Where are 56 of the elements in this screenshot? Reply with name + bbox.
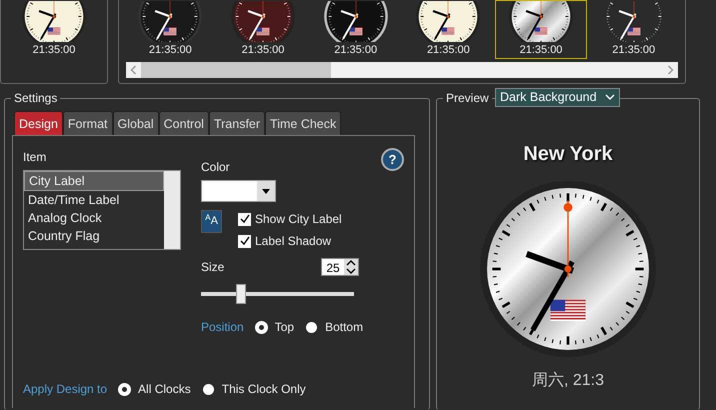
time-label: 21:35:00 [32,42,76,58]
caret-icon [262,188,270,194]
checkbox[interactable] [238,212,251,226]
list-item[interactable]: Country Flag [24,227,164,245]
time-label: 21:35:00 [334,42,378,58]
check-icon [238,213,250,224]
color-dropdown[interactable] [201,180,276,202]
radio-label: Top [274,319,294,336]
item-list[interactable]: City Label Date/Time Label Analog Clock Country Flag [23,170,181,250]
scroll-thumb[interactable] [141,62,331,78]
clock-thumbnail[interactable]: 21:35:00 [124,0,217,59]
checkbox[interactable] [238,234,251,248]
font-button[interactable]: $^{A}$A [201,210,222,233]
clock-thumbnail[interactable]: 21:35:00 [309,0,402,59]
radio-button[interactable] [306,322,318,332]
radio-label: This Clock Only [222,381,306,398]
list-item[interactable]: Analog Clock [24,209,164,227]
help-button[interactable]: ? [381,148,404,171]
radio-button[interactable] [119,384,130,394]
list-item[interactable]: City Label [24,171,164,191]
date-label: 周六, 21:3 [532,370,604,391]
spin-arrows-icon [346,260,356,274]
radio-button[interactable] [202,384,214,394]
group-title: Settings [11,90,60,106]
tab[interactable]: Control [158,111,209,135]
tab[interactable]: Global [112,111,159,135]
field-label: Apply Design to [23,381,108,398]
time-label: 21:35:00 [242,42,284,58]
radio-label: Bottom [325,319,364,336]
check-icon [238,235,250,246]
number-spinner[interactable]: 25 [321,258,359,276]
time-label: 21:35:00 [426,42,470,58]
field-label: Size [201,259,224,276]
tab[interactable]: Time Check [265,111,342,135]
tab[interactable]: Design [14,111,63,135]
slider-thumb[interactable] [236,284,246,304]
clock-thumbnail[interactable]: 21:35:00 [216,0,310,59]
city-label: New York [523,142,613,167]
caret-down-icon [604,94,615,102]
time-label: 21:35:00 [520,42,562,58]
clock-thumbnail[interactable]: 21:35:00 [494,0,588,59]
clock-thumbnail[interactable]: 21:35:00 [402,0,495,59]
radio-label: All Clocks [138,381,191,398]
field-label: Color [201,159,231,176]
checkbox-label: Show City Label [255,211,342,228]
radio-button[interactable] [256,322,267,332]
time-label: 21:35:00 [612,42,656,58]
list-item[interactable]: Date/Time Label [24,191,164,209]
checkbox-label: Label Shadow [255,233,332,250]
time-label: 21:35:00 [148,42,192,58]
clock-thumbnail[interactable]: 21:35:00 [587,0,680,59]
field-label: Item [23,149,48,166]
background-dropdown[interactable]: Dark Background [495,88,620,107]
tab[interactable]: Transfer [208,111,266,135]
tab[interactable]: Format [62,111,113,135]
field-label: Position [201,319,244,336]
